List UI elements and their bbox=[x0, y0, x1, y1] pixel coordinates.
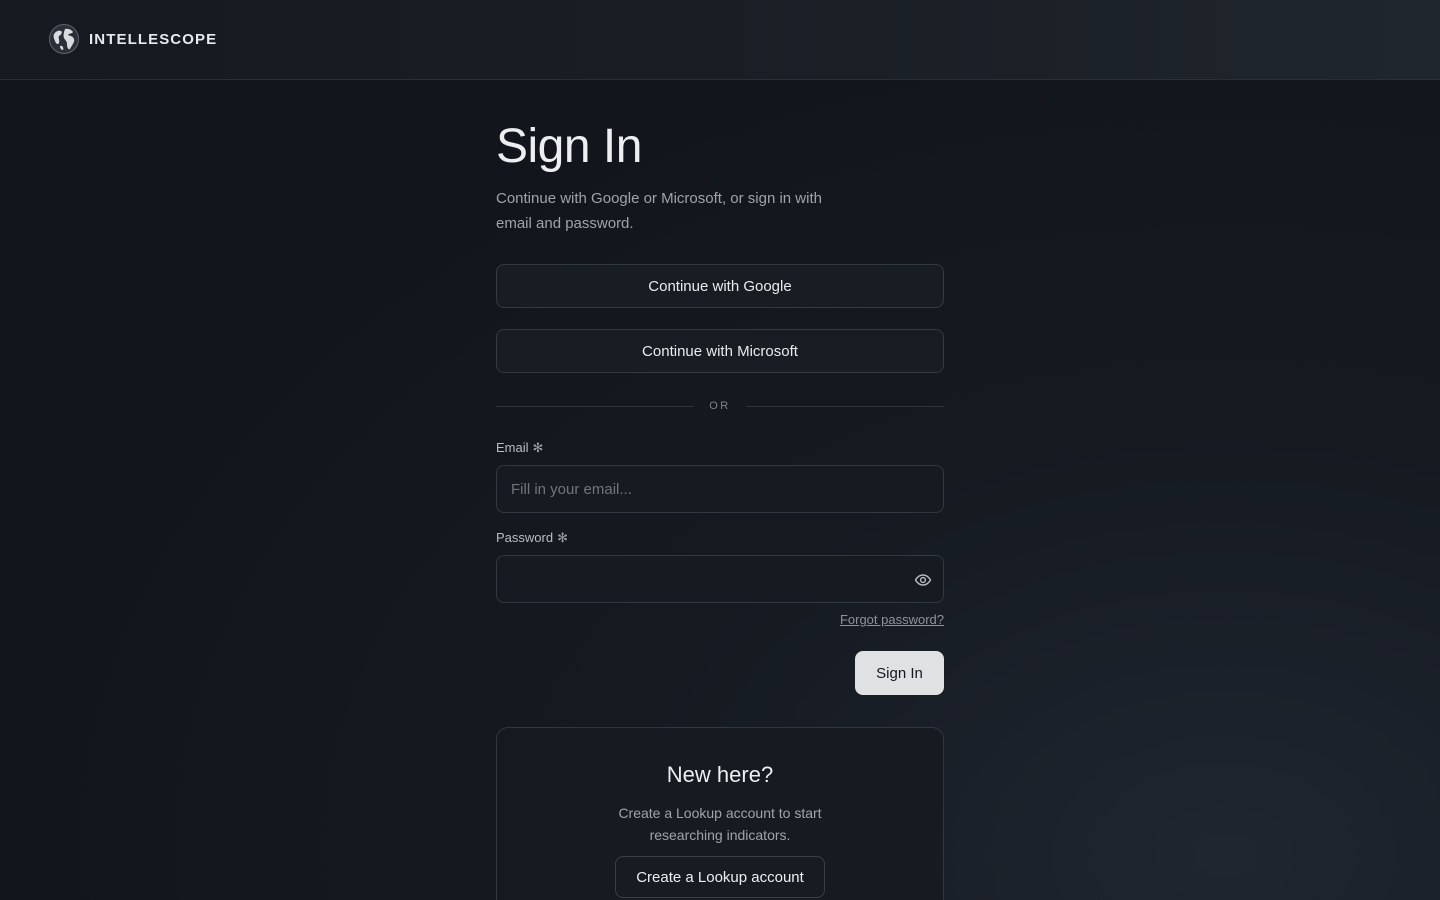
email-input[interactable] bbox=[497, 466, 943, 512]
new-account-description: Create a Lookup account to start researc… bbox=[618, 805, 822, 843]
required-asterisk-icon: ✻ bbox=[532, 440, 544, 455]
continue-with-microsoft-button[interactable]: Continue with Microsoft bbox=[496, 329, 944, 373]
email-field bbox=[496, 465, 944, 513]
divider-line-right bbox=[746, 405, 944, 407]
email-label-text: Email bbox=[496, 440, 529, 455]
password-field bbox=[496, 555, 944, 603]
brand-logo-link[interactable]: INTELLESCOPE bbox=[48, 23, 217, 55]
eye-icon[interactable] bbox=[913, 570, 933, 590]
continue-with-google-button[interactable]: Continue with Google bbox=[496, 264, 944, 308]
divider-line-left bbox=[496, 405, 694, 407]
sign-in-panel: Sign In Continue with Google or Microsof… bbox=[496, 118, 944, 900]
create-lookup-account-button[interactable]: Create a Lookup account bbox=[615, 856, 825, 898]
required-asterisk-icon: ✻ bbox=[557, 530, 568, 545]
page-title: Sign In bbox=[496, 120, 642, 173]
brand-name: INTELLESCOPE bbox=[89, 30, 218, 48]
password-label: Password ✻ bbox=[496, 530, 568, 546]
top-bar: INTELLESCOPE bbox=[0, 0, 1440, 80]
password-label-text: Password bbox=[496, 530, 554, 545]
forgot-password-link[interactable]: Forgot password? bbox=[840, 612, 944, 627]
sign-in-button[interactable]: Sign In bbox=[855, 651, 944, 695]
new-account-title: New here? bbox=[666, 762, 774, 787]
password-input[interactable] bbox=[497, 556, 943, 602]
or-divider: OR bbox=[496, 397, 944, 415]
globe-icon bbox=[49, 24, 79, 54]
email-label: Email ✻ bbox=[496, 440, 543, 456]
new-account-card: New here? Create a Lookup account to sta… bbox=[496, 727, 944, 900]
page-subtitle: Continue with Google or Microsoft, or si… bbox=[496, 190, 822, 232]
divider-text: OR bbox=[709, 400, 731, 412]
